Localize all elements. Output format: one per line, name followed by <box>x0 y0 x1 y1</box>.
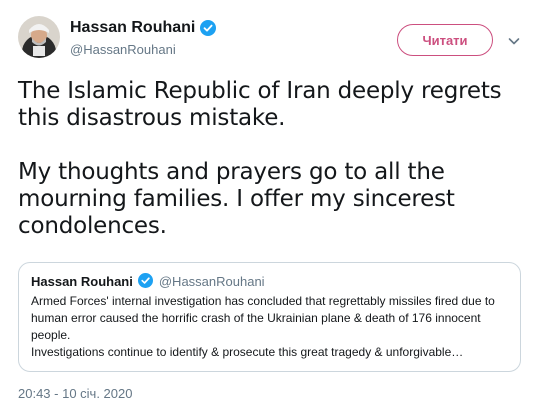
author-avatar[interactable] <box>18 16 60 58</box>
quoted-author-name: Hassan Rouhani <box>31 273 133 289</box>
verified-badge-icon <box>200 20 217 36</box>
author-name-row: Hassan Rouhani <box>70 19 217 37</box>
verified-badge-icon <box>137 273 154 289</box>
quoted-tweet-header: Hassan Rouhani @HassanRouhani <box>31 273 265 289</box>
tweet-timestamp[interactable]: 20:43 - 10 січ. 2020 <box>18 386 132 401</box>
quoted-tweet-text: Armed Forces' internal investigation has… <box>31 293 511 361</box>
tweet-text: The Islamic Republic of Iran deeply regr… <box>18 78 518 267</box>
follow-button[interactable]: Читати <box>397 24 493 56</box>
quoted-tweet-line: Investigations continue to identify & pr… <box>31 345 464 359</box>
tweet-paragraph: The Islamic Republic of Iran deeply regr… <box>18 78 502 131</box>
chevron-down-icon[interactable] <box>506 33 522 49</box>
quoted-tweet-line: Armed Forces' internal investigation has… <box>31 294 495 342</box>
tweet-paragraph: My thoughts and prayers go to all the mo… <box>18 159 455 239</box>
tweet: Hassan Rouhani @HassanRouhani Читати The… <box>0 0 542 408</box>
author-name[interactable]: Hassan Rouhani <box>70 19 195 37</box>
quoted-author-handle: @HassanRouhani <box>158 273 265 289</box>
quoted-tweet-card[interactable]: Hassan Rouhani @HassanRouhani Armed Forc… <box>18 262 521 372</box>
author-handle[interactable]: @HassanRouhani <box>70 42 176 57</box>
